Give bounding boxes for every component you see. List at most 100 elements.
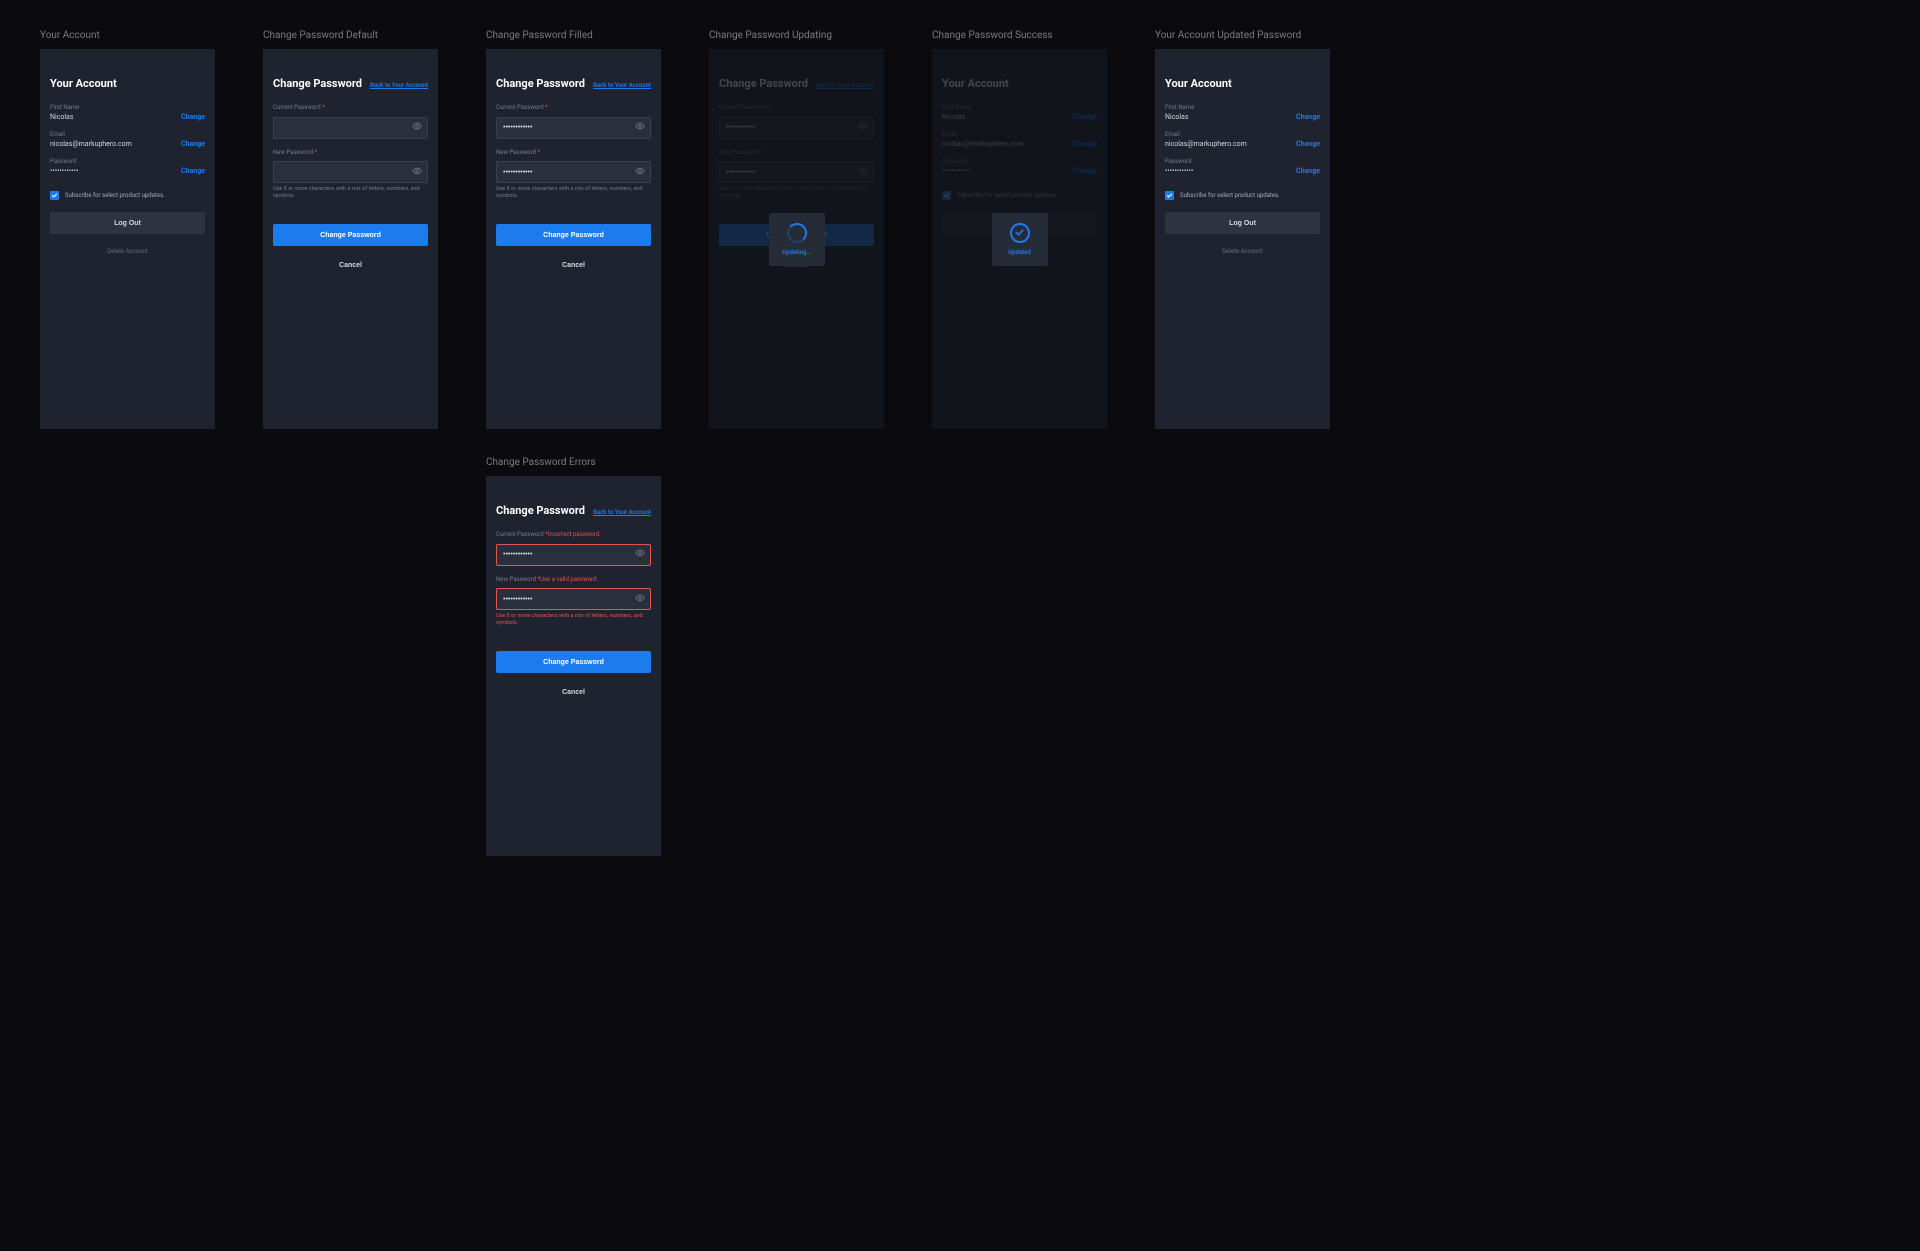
field-password: Password •••••••••••• Change bbox=[1165, 158, 1320, 175]
eye-icon[interactable] bbox=[412, 166, 422, 176]
page-title: Your Account bbox=[1165, 77, 1232, 90]
logout-button[interactable]: Log Out bbox=[50, 212, 205, 234]
password-mask: •••••••••••• bbox=[50, 167, 78, 175]
current-password-label: Current Password * bbox=[496, 104, 651, 111]
field-new-password: New Password * Use 8 or more characters … bbox=[273, 149, 428, 201]
eye-icon[interactable] bbox=[635, 121, 645, 131]
change-first-name-link[interactable]: Change bbox=[1296, 113, 1320, 121]
delete-account-link[interactable]: Delete Account bbox=[1165, 248, 1320, 255]
spinner-icon bbox=[787, 223, 807, 243]
field-current-password: Current Password *Incorrect password. bbox=[496, 531, 651, 566]
change-first-name-link[interactable]: Change bbox=[181, 113, 205, 121]
email-value: nicolas@markuphero.com bbox=[1165, 140, 1247, 148]
panel-your-account: Your Account First Name Nicolas Change E… bbox=[40, 49, 215, 429]
col-title: Your Account Updated Password bbox=[1155, 30, 1330, 41]
subscribe-label: Subscribe for select product updates. bbox=[1180, 192, 1280, 199]
updating-card: Updating… bbox=[769, 213, 825, 266]
col-cp-default: Change Password Default Change Password … bbox=[263, 30, 438, 856]
new-password-label: New Password * bbox=[496, 149, 651, 156]
updated-overlay: Updated bbox=[932, 49, 1107, 429]
artboard-gallery: Your Account Your Account First Name Nic… bbox=[40, 30, 1880, 856]
current-password-input[interactable] bbox=[273, 117, 428, 139]
first-name-label: First Name bbox=[50, 104, 205, 111]
field-password: Password •••••••••••• Change bbox=[50, 158, 205, 175]
col-title: Change Password Success bbox=[932, 30, 1107, 41]
password-label: Password bbox=[1165, 158, 1320, 165]
first-name-label: First Name bbox=[1165, 104, 1320, 111]
email-label: Email bbox=[1165, 131, 1320, 138]
change-password-button[interactable]: Change Password bbox=[496, 224, 651, 246]
change-email-link[interactable]: Change bbox=[181, 140, 205, 148]
page-title: Change Password bbox=[496, 77, 585, 90]
updated-label: Updated bbox=[1008, 249, 1031, 256]
password-label: Password bbox=[50, 158, 205, 165]
logout-button[interactable]: Log Out bbox=[1165, 212, 1320, 234]
page-title: Change Password bbox=[273, 77, 362, 90]
subscribe-checkbox[interactable] bbox=[1165, 191, 1174, 200]
updated-card: Updated bbox=[992, 213, 1048, 266]
col-title: Change Password Updating bbox=[709, 30, 884, 41]
page-title: Change Password bbox=[496, 504, 585, 517]
change-password-button[interactable]: Change Password bbox=[496, 651, 651, 673]
col-account-updated: Your Account Updated Password Your Accou… bbox=[1155, 30, 1330, 856]
check-circle-icon bbox=[1010, 223, 1030, 243]
page-title: Your Account bbox=[50, 77, 117, 90]
first-name-value: Nicolas bbox=[1165, 113, 1188, 121]
new-password-input[interactable] bbox=[496, 588, 651, 610]
field-current-password: Current Password * bbox=[496, 104, 651, 139]
password-hint: Use 8 or more characters with a mix of l… bbox=[496, 186, 651, 200]
new-password-input[interactable] bbox=[273, 161, 428, 183]
subscribe-label: Subscribe for select product updates. bbox=[65, 192, 165, 199]
change-email-link[interactable]: Change bbox=[1296, 140, 1320, 148]
panel-account-updated: Your Account First Name Nicolas Change E… bbox=[1155, 49, 1330, 429]
first-name-value: Nicolas bbox=[50, 113, 73, 121]
panel-cp-errors: Change Password Back to Your Account Cur… bbox=[486, 476, 661, 856]
subscribe-row: Subscribe for select product updates. bbox=[1165, 191, 1320, 200]
password-hint: Use 8 or more characters with a mix of l… bbox=[273, 186, 428, 200]
updating-label: Updating… bbox=[782, 249, 811, 256]
col-title: Change Password Errors bbox=[486, 457, 661, 468]
new-password-label: New Password * bbox=[273, 149, 428, 156]
change-password-link[interactable]: Change bbox=[1296, 167, 1320, 175]
current-password-input[interactable] bbox=[496, 544, 651, 566]
cancel-button[interactable]: Cancel bbox=[496, 254, 651, 276]
back-link[interactable]: Back to Your Account bbox=[370, 82, 428, 89]
eye-icon[interactable] bbox=[635, 548, 645, 558]
panel-cp-default: Change Password Back to Your Account Cur… bbox=[263, 49, 438, 429]
password-hint: Use 8 or more characters with a mix of l… bbox=[496, 613, 651, 627]
col-cp-updating: Change Password Updating Change Password… bbox=[709, 30, 884, 856]
panel-cp-filled: Change Password Back to Your Account Cur… bbox=[486, 49, 661, 429]
password-mask: •••••••••••• bbox=[1165, 167, 1193, 175]
panel-cp-success: Your Account First Name Nicolas Change E… bbox=[932, 49, 1107, 429]
new-password-label: New Password *Use a valid password. bbox=[496, 576, 651, 583]
panel-cp-updating: Change Password Back to Your Account Cur… bbox=[709, 49, 884, 429]
eye-icon[interactable] bbox=[635, 593, 645, 603]
col-title: Change Password Filled bbox=[486, 30, 661, 41]
field-current-password: Current Password * bbox=[273, 104, 428, 139]
delete-account-link[interactable]: Delete Account bbox=[50, 248, 205, 255]
subscribe-row: Subscribe for select product updates. bbox=[50, 191, 205, 200]
col-title: Change Password Default bbox=[263, 30, 438, 41]
col-cp-filled: Change Password Filled Change Password B… bbox=[486, 30, 661, 856]
back-link[interactable]: Back to Your Account bbox=[593, 509, 651, 516]
change-password-button[interactable]: Change Password bbox=[273, 224, 428, 246]
eye-icon[interactable] bbox=[412, 121, 422, 131]
eye-icon[interactable] bbox=[635, 166, 645, 176]
field-first-name: First Name Nicolas Change bbox=[1165, 104, 1320, 121]
new-password-input[interactable] bbox=[496, 161, 651, 183]
col-your-account: Your Account Your Account First Name Nic… bbox=[40, 30, 215, 856]
updating-overlay: Updating… bbox=[709, 49, 884, 429]
field-email: Email nicolas@markuphero.com Change bbox=[1165, 131, 1320, 148]
cancel-button[interactable]: Cancel bbox=[496, 681, 651, 703]
field-first-name: First Name Nicolas Change bbox=[50, 104, 205, 121]
back-link[interactable]: Back to Your Account bbox=[593, 82, 651, 89]
change-password-link[interactable]: Change bbox=[181, 167, 205, 175]
field-new-password: New Password *Use a valid password. Use … bbox=[496, 576, 651, 628]
subscribe-checkbox[interactable] bbox=[50, 191, 59, 200]
current-password-input[interactable] bbox=[496, 117, 651, 139]
cancel-button[interactable]: Cancel bbox=[273, 254, 428, 276]
email-value: nicolas@markuphero.com bbox=[50, 140, 132, 148]
col-title: Your Account bbox=[40, 30, 215, 41]
current-password-label: Current Password *Incorrect password. bbox=[496, 531, 651, 538]
field-email: Email nicolas@markuphero.com Change bbox=[50, 131, 205, 148]
